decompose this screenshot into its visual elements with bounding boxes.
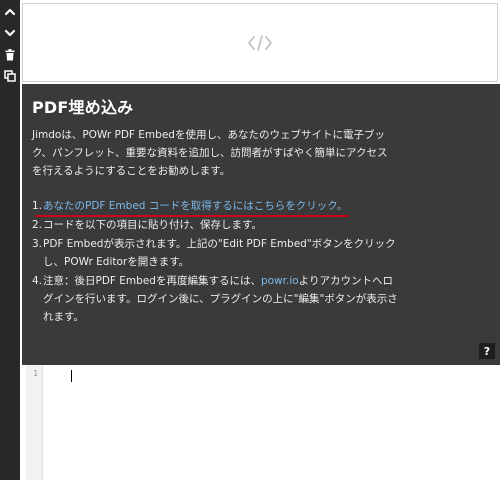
duplicate-button[interactable]	[0, 67, 20, 85]
intro-text: Jimdoは、POWr PDF Embedを使用し、あなたのウェブサイトに電子ブ…	[32, 129, 388, 177]
step-number: 3.	[32, 238, 43, 250]
widget-toolbar	[0, 0, 20, 480]
code-editor: 1	[26, 365, 500, 480]
step-3: 3. PDF Embedが表示されます。上記の"Edit PDF Embed"ボ…	[32, 235, 402, 271]
step-text: 注意：後日PDF Embedを再度編集するには、	[43, 275, 261, 287]
chevron-up-icon	[4, 8, 16, 16]
code-icon	[248, 34, 272, 51]
help-button[interactable]: ?	[479, 343, 495, 359]
move-down-button[interactable]	[0, 24, 20, 42]
step-text: コードを以下の項目に貼り付け、保存します。	[43, 219, 262, 231]
embed-instructions-panel: PDF埋め込み Jimdoは、POWr PDF Embedを使用し、あなたのウェ…	[22, 84, 500, 365]
panel-title: PDF埋め込み	[32, 98, 134, 117]
get-embed-code-link[interactable]: あなたのPDF Embed コードを取得するにはこちらをクリック。	[34, 197, 350, 217]
widget-preview[interactable]	[22, 3, 498, 82]
line-number: 1	[33, 369, 38, 378]
step-number: 2.	[32, 219, 43, 231]
step-number: 4.	[32, 275, 43, 287]
step-2: 2. コードを以下の項目に貼り付け、保存します。	[32, 216, 402, 234]
text-cursor	[71, 370, 72, 382]
powr-link[interactable]: powr.io	[261, 275, 299, 287]
delete-button[interactable]	[0, 46, 20, 64]
line-number-gutter: 1	[26, 365, 43, 480]
code-input[interactable]	[44, 367, 496, 477]
step-4: 4. 注意：後日PDF Embedを再度編集するには、powr.ioよりアカウン…	[32, 272, 402, 326]
copy-icon	[4, 70, 16, 82]
chevron-down-icon	[4, 29, 16, 37]
trash-icon	[5, 49, 15, 61]
move-up-button[interactable]	[0, 3, 20, 21]
step-1: 1. あなたのPDF Embed コードを取得するにはこちらをクリック。	[32, 197, 402, 217]
step-text: PDF Embedが表示されます。上記の"Edit PDF Embed"ボタンを…	[43, 238, 396, 268]
steps-list: 1. あなたのPDF Embed コードを取得するにはこちらをクリック。 2. …	[32, 197, 402, 327]
step-number: 1.	[32, 200, 43, 212]
